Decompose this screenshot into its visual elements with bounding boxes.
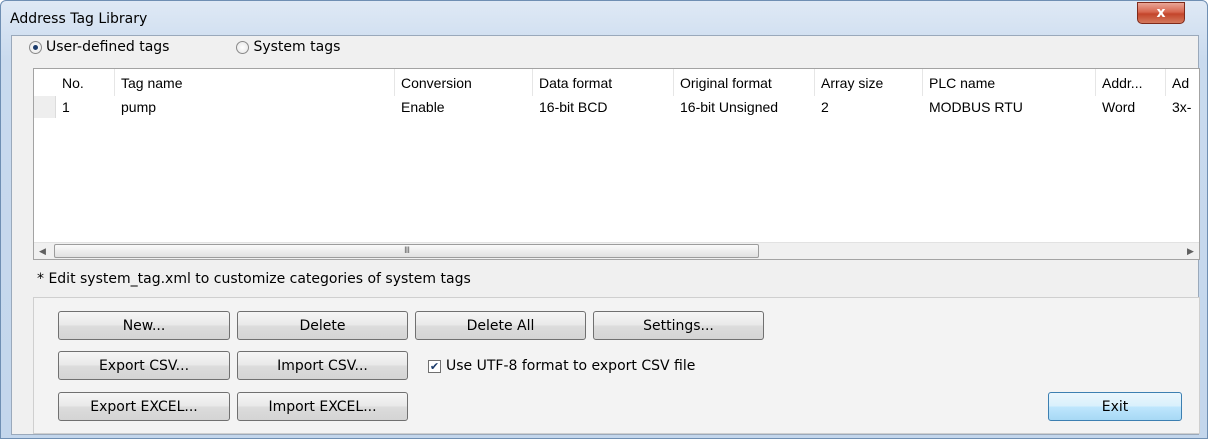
horizontal-scrollbar[interactable]: ◀ III ▶ xyxy=(34,242,1199,259)
system-tags-radio[interactable]: System tags xyxy=(236,39,340,55)
settings-button[interactable]: Settings... xyxy=(593,311,764,340)
cell-plc-name: MODBUS RTU xyxy=(929,99,1023,115)
import-excel-button[interactable]: Import EXCEL... xyxy=(237,392,408,421)
table-header: No. Tag name Conversion Data format Orig… xyxy=(34,69,1199,96)
cell-data-format: 16-bit BCD xyxy=(539,99,608,115)
radio-selected-icon xyxy=(29,40,42,54)
cell-original-format: 16-bit Unsigned xyxy=(680,99,779,115)
tag-table[interactable]: No. Tag name Conversion Data format Orig… xyxy=(33,68,1200,260)
close-button[interactable]: x xyxy=(1137,2,1185,24)
table-row[interactable]: 1 pump Enable 16-bit BCD 16-bit Unsigned… xyxy=(34,96,1199,118)
scroll-right-icon[interactable]: ▶ xyxy=(1182,243,1199,259)
user-defined-tags-radio[interactable]: User-defined tags xyxy=(29,39,169,55)
cell-address-type: Word xyxy=(1102,99,1136,115)
system-tag-note: * Edit system_tag.xml to customize categ… xyxy=(37,271,471,287)
close-icon: x xyxy=(1156,5,1166,21)
grip-icon: III xyxy=(404,246,410,256)
cell-conversion: Enable xyxy=(401,99,445,115)
system-tags-label: System tags xyxy=(253,39,341,55)
row-header-corner xyxy=(34,69,56,96)
utf8-export-label: Use UTF-8 format to export CSV file xyxy=(446,358,696,374)
column-header-original-format[interactable]: Original format xyxy=(674,69,815,96)
column-header-tag-name[interactable]: Tag name xyxy=(115,69,395,96)
column-header-address[interactable]: Ad xyxy=(1166,69,1199,96)
window-title: Address Tag Library xyxy=(10,11,148,27)
cell-address: 3x- xyxy=(1172,99,1192,115)
import-csv-button[interactable]: Import CSV... xyxy=(237,351,408,380)
column-header-data-format[interactable]: Data format xyxy=(533,69,674,96)
row-selector[interactable] xyxy=(34,96,56,118)
cell-tag-name: pump xyxy=(121,99,157,115)
utf8-export-checkbox[interactable]: ✔ Use UTF-8 format to export CSV file xyxy=(428,357,695,375)
delete-button[interactable]: Delete xyxy=(237,311,408,340)
tag-type-radio-group: User-defined tags System tags xyxy=(29,38,340,56)
cell-no: 1 xyxy=(62,99,70,115)
radio-unselected-icon xyxy=(236,40,250,54)
delete-all-button[interactable]: Delete All xyxy=(415,311,586,340)
scrollbar-thumb[interactable]: III xyxy=(54,244,759,258)
address-tag-library-window: Address Tag Library x User-defined tags … xyxy=(0,0,1208,439)
column-header-conversion[interactable]: Conversion xyxy=(395,69,533,96)
title-bar[interactable]: Address Tag Library x xyxy=(1,1,1207,35)
scroll-left-icon[interactable]: ◀ xyxy=(34,243,51,259)
export-csv-button[interactable]: Export CSV... xyxy=(58,351,230,380)
export-excel-button[interactable]: Export EXCEL... xyxy=(58,392,230,421)
column-header-no[interactable]: No. xyxy=(56,69,115,96)
user-defined-tags-label: User-defined tags xyxy=(46,39,170,55)
new-button[interactable]: New... xyxy=(58,311,230,340)
cell-array-size: 2 xyxy=(821,99,829,115)
column-header-array-size[interactable]: Array size xyxy=(815,69,923,96)
exit-button[interactable]: Exit xyxy=(1048,392,1182,421)
checkbox-checked-icon: ✔ xyxy=(428,359,441,373)
column-header-address-type[interactable]: Addr... xyxy=(1096,69,1166,96)
column-header-plc-name[interactable]: PLC name xyxy=(923,69,1096,96)
